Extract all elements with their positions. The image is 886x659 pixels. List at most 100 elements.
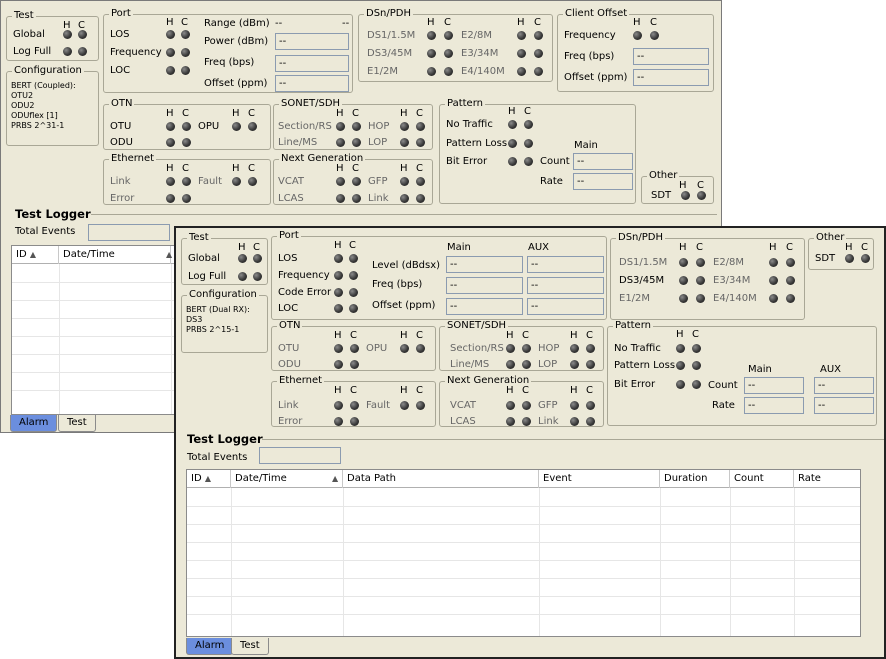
alarm-tab[interactable]: Alarm: [10, 415, 58, 432]
hop-c-led: [586, 344, 595, 353]
global-h-led: [63, 30, 72, 39]
offset-label: Offset (ppm): [372, 300, 436, 311]
column-event[interactable]: Event: [539, 470, 660, 488]
alarm-tab[interactable]: Alarm: [186, 638, 234, 655]
fault-h-led: [232, 177, 241, 186]
odu-h-led: [166, 138, 175, 147]
los-h-led: [334, 254, 343, 263]
table-row: [12, 372, 185, 373]
fault-h-led: [400, 401, 409, 410]
ng-link-c-led: [416, 194, 425, 203]
gfp-label: GFP: [368, 176, 388, 187]
line-ms-c-led: [522, 360, 531, 369]
sdt-c-led: [861, 254, 870, 263]
column-datetime[interactable]: Date/Time ▲: [59, 246, 172, 264]
otu-c-led: [182, 122, 191, 131]
c-header: C: [416, 163, 423, 174]
e1-c-led: [696, 294, 705, 303]
link-label: Link: [278, 400, 299, 411]
lcas-c-led: [522, 417, 531, 426]
line-ms-label: Line/MS: [278, 137, 318, 148]
vcat-label: VCAT: [278, 176, 304, 187]
column-id-label: ID: [16, 249, 27, 260]
h-header: H: [845, 242, 853, 253]
gfp-h-led: [400, 177, 409, 186]
main-header: Main: [574, 140, 598, 151]
config-line: PRBS 2^31-1: [11, 121, 65, 130]
column-id[interactable]: ID ▲: [12, 246, 59, 264]
c-header: C: [444, 17, 451, 28]
dsn-pdh-group: DSn/PDH H C H C DS1/1.5M E2/8M DS3/45M E…: [358, 8, 553, 82]
port-title: Port: [109, 8, 133, 20]
c-header: C: [692, 329, 699, 340]
configuration-group: Configuration BERT (Coupled): OTU2 ODU2 …: [6, 65, 99, 146]
next-gen-title: Next Generation: [445, 375, 532, 387]
client-frequency-label: Frequency: [564, 30, 616, 41]
sonet-sdh-group: SONET/SDH H C H C Section/RS HOP Line/MS…: [273, 98, 433, 150]
c-header: C: [416, 108, 423, 119]
c-header: C: [416, 330, 423, 341]
table-row: [187, 560, 860, 561]
c-header: C: [586, 330, 593, 341]
los-c-led: [349, 254, 358, 263]
events-table[interactable]: ID ▲ Date/Time ▲ Data Path Event Duratio…: [186, 469, 861, 637]
table-row: [187, 506, 860, 507]
log-full-h-led: [63, 47, 72, 56]
los-h-led: [166, 30, 175, 39]
column-duration[interactable]: Duration: [660, 470, 730, 488]
column-count[interactable]: Count: [730, 470, 794, 488]
c-header: C: [352, 108, 359, 119]
count-main-field: --: [744, 377, 804, 394]
count-field: --: [573, 153, 633, 170]
pattern-loss-h-led: [508, 139, 517, 148]
global-c-led: [78, 30, 87, 39]
e4-c-led: [534, 67, 543, 76]
lcas-h-led: [336, 194, 345, 203]
column-datetime[interactable]: Date/Time ▲: [231, 470, 343, 488]
frequency-label: Frequency: [110, 47, 162, 58]
code-error-h-led: [334, 288, 343, 297]
offset-label: Offset (ppm): [204, 78, 268, 89]
ng-link-c-led: [586, 417, 595, 426]
c-header: C: [350, 385, 357, 396]
global-label: Global: [13, 29, 45, 40]
back-events-table[interactable]: ID ▲ Date/Time ▲ D: [11, 245, 186, 415]
h-header: H: [517, 17, 525, 28]
no-traffic-h-led: [676, 344, 685, 353]
column-data-path[interactable]: Data Path: [343, 470, 539, 488]
e4-label: E4/140M: [713, 293, 757, 304]
e4-h-led: [517, 67, 526, 76]
e3-label: E3/34M: [713, 275, 751, 286]
config-line: PRBS 2^15-1: [186, 325, 240, 334]
e1-h-led: [679, 294, 688, 303]
test-tab[interactable]: Test: [231, 638, 269, 655]
ethernet-title: Ethernet: [109, 153, 157, 165]
test-tab[interactable]: Test: [58, 415, 96, 432]
aux-freq-field: --: [527, 277, 604, 294]
c-header: C: [349, 240, 356, 251]
section-rs-h-led: [506, 344, 515, 353]
configuration-group: Configuration BERT (Dual RX): DS3 PRBS 2…: [181, 289, 268, 353]
main-offset-field: --: [446, 298, 523, 315]
range-label: Range (dBm): [204, 18, 270, 29]
log-full-label: Log Full: [188, 271, 227, 282]
e2-h-led: [769, 258, 778, 267]
c-header: C: [534, 17, 541, 28]
column-id[interactable]: ID ▲: [187, 470, 231, 488]
link-label: Link: [110, 176, 131, 187]
dsn-pdh-title: DSn/PDH: [364, 8, 414, 20]
no-traffic-label: No Traffic: [446, 119, 493, 130]
main-header: Main: [447, 242, 471, 253]
total-events-label: Total Events: [187, 452, 248, 463]
column-rate[interactable]: Rate: [794, 470, 860, 488]
error-label: Error: [278, 416, 303, 427]
column-divider: [171, 264, 172, 414]
range-min-value: --: [275, 18, 283, 29]
loc-c-led: [181, 66, 190, 75]
client-freq-label: Freq (bps): [564, 51, 615, 62]
otn-title: OTN: [277, 320, 303, 332]
h-header: H: [334, 240, 342, 251]
line-ms-c-led: [352, 138, 361, 147]
lcas-label: LCAS: [278, 193, 304, 204]
h-header: H: [232, 108, 240, 119]
